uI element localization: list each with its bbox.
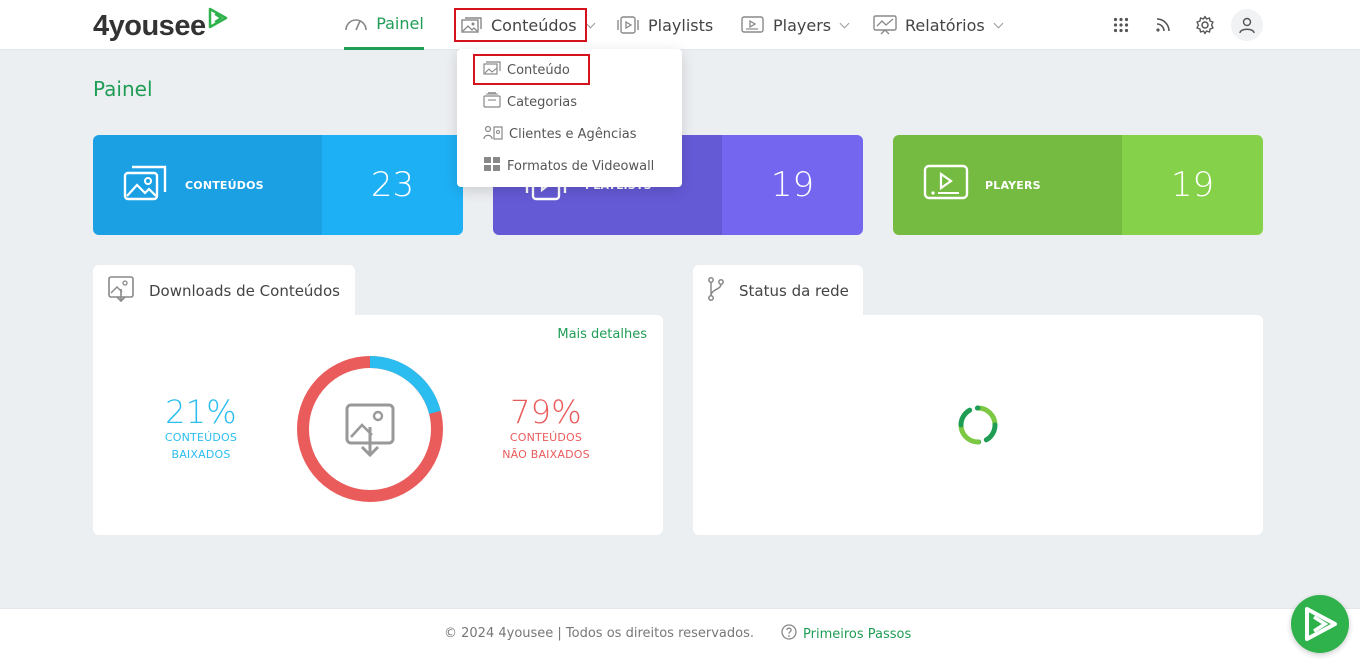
dropdown-item-clientes[interactable]: Clientes e Agências xyxy=(483,122,637,146)
chevron-down-icon xyxy=(839,18,850,28)
nav-label: Relatórios xyxy=(905,15,985,35)
brand-logo[interactable]: 4yousee xyxy=(93,7,228,44)
playlist-icon xyxy=(616,16,640,34)
not-downloaded-stat: 79% CONTEÚDOS NÃO BAIXADOS xyxy=(493,395,599,463)
network-title: Status da rede xyxy=(739,282,849,300)
stat-value: 19 xyxy=(1122,135,1263,235)
nav-item-playlists[interactable]: Playlists xyxy=(616,0,713,50)
nav-label: Painel xyxy=(376,14,424,33)
downloads-title: Downloads de Conteúdos xyxy=(149,282,340,300)
highlight-conteudo xyxy=(473,54,590,85)
report-icon xyxy=(873,15,897,35)
floating-help-button[interactable] xyxy=(1291,595,1349,653)
downloads-donut-chart xyxy=(297,356,443,502)
more-details-link[interactable]: Mais detalhes xyxy=(557,327,647,342)
brand-arrow-icon xyxy=(1305,607,1337,641)
downloads-panel-tab: Downloads de Conteúdos xyxy=(93,265,355,317)
branch-icon xyxy=(707,277,725,305)
videowall-icon xyxy=(483,156,501,176)
downloads-panel: Mais detalhes 21% CONTEÚDOS BAIXADOS 79%… xyxy=(93,315,663,535)
stat-label: PLAYERS xyxy=(985,178,1041,192)
download-image-icon xyxy=(107,275,135,307)
nav-item-relatorios[interactable]: Relatórios xyxy=(873,0,1004,50)
downloaded-line1: CONTEÚDOS xyxy=(164,431,238,444)
nav-item-players[interactable]: Players xyxy=(741,0,850,50)
stat-card-left: CONTEÚDOS xyxy=(93,135,322,235)
dropdown-label: Formatos de Videowall xyxy=(507,158,655,174)
footer-copyright: © 2024 4yousee | Todos os direitos reser… xyxy=(444,626,755,641)
stat-value: 19 xyxy=(722,135,863,235)
user-icon[interactable] xyxy=(1231,9,1263,41)
nav-item-painel[interactable]: Painel xyxy=(344,0,424,50)
stat-card-players[interactable]: PLAYERS 19 xyxy=(893,135,1263,235)
not-downloaded-line2: NÃO BAIXADOS xyxy=(502,448,590,461)
stat-label: CONTEÚDOS xyxy=(185,178,264,192)
footer: © 2024 4yousee | Todos os direitos reser… xyxy=(0,608,1360,661)
stat-value: 23 xyxy=(322,135,463,235)
player-icon xyxy=(923,163,969,207)
clients-icon xyxy=(483,124,503,144)
dropdown-item-videowall[interactable]: Formatos de Videowall xyxy=(483,154,654,178)
download-image-icon xyxy=(345,403,395,458)
player-icon xyxy=(741,16,765,34)
page-title: Painel xyxy=(93,77,153,101)
loading-spinner-icon xyxy=(958,405,998,445)
gear-icon[interactable] xyxy=(1189,9,1221,41)
help-icon xyxy=(781,624,797,644)
rss-icon[interactable] xyxy=(1147,9,1179,41)
brand-arrow-icon xyxy=(208,7,228,29)
downloaded-stat: 21% CONTEÚDOS BAIXADOS xyxy=(145,395,257,463)
top-icons xyxy=(1105,9,1263,41)
image-icon xyxy=(123,163,169,207)
highlight-conteudos xyxy=(454,8,587,42)
chevron-down-icon xyxy=(993,18,1004,28)
categories-icon xyxy=(483,92,501,112)
network-panel xyxy=(693,315,1263,535)
not-downloaded-line1: CONTEÚDOS xyxy=(509,431,583,444)
top-navbar: 4yousee Painel Conteúdos Playlists Playe… xyxy=(0,0,1360,50)
stat-card-conteudos[interactable]: CONTEÚDOS 23 xyxy=(93,135,463,235)
downloaded-percent: 21% xyxy=(165,393,237,431)
network-panel-tab: Status da rede xyxy=(693,265,863,317)
dropdown-label: Clientes e Agências xyxy=(509,126,637,142)
dropdown-item-categorias[interactable]: Categorias xyxy=(483,90,577,114)
nav-label: Playlists xyxy=(648,15,714,35)
first-steps-label: Primeiros Passos xyxy=(803,626,912,642)
gauge-icon xyxy=(344,16,368,32)
not-downloaded-percent: 79% xyxy=(510,393,582,431)
nav-label: Players xyxy=(773,15,832,35)
dropdown-label: Categorias xyxy=(507,94,578,110)
downloaded-line2: BAIXADOS xyxy=(171,448,231,461)
stat-card-left: PLAYERS xyxy=(893,135,1122,235)
first-steps-link[interactable]: Primeiros Passos xyxy=(781,624,911,644)
brand-name: 4yousee xyxy=(93,9,206,42)
apps-grid-icon[interactable] xyxy=(1105,9,1137,41)
